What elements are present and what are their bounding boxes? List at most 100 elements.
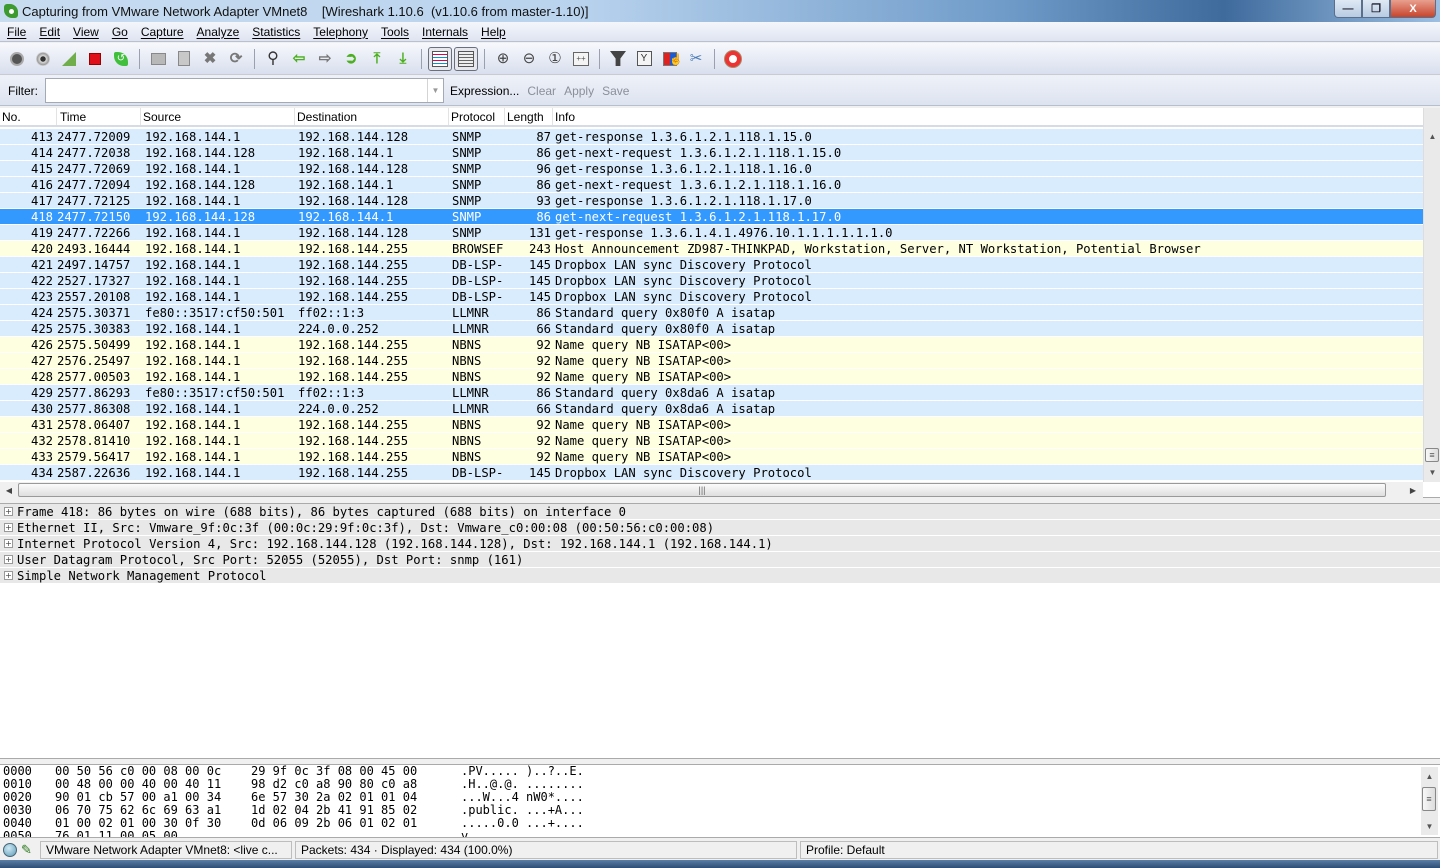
packet-row[interactable]: 423 2557.20108 192.168.144.1 192.168.144.25…: [0, 289, 1423, 305]
capture-filters-button[interactable]: [605, 46, 631, 72]
column-header-destination[interactable]: Destination: [295, 108, 449, 125]
resize-columns-button[interactable]: ++: [568, 46, 594, 72]
filter-dropdown-icon[interactable]: ▼: [427, 79, 443, 102]
column-header-length[interactable]: Length: [505, 108, 553, 125]
expert-info-icon[interactable]: [3, 843, 17, 857]
save-filter-button[interactable]: Save: [602, 84, 629, 98]
column-header-source[interactable]: Source: [141, 108, 295, 125]
packet-list-horizontal-scrollbar[interactable]: ◀ ||| ▶: [0, 482, 1423, 498]
menu-statistics[interactable]: Statistics: [245, 25, 306, 39]
reload-button[interactable]: ⟳: [223, 46, 249, 72]
interfaces-button[interactable]: [4, 46, 30, 72]
restart-capture-button[interactable]: ↺: [108, 46, 134, 72]
packet-row[interactable]: 425 2575.30383 192.168.144.1 224.0.0.252 LLM…: [0, 321, 1423, 337]
bytes-vertical-scrollbar[interactable]: ▲ ≡ ▼: [1421, 767, 1438, 835]
expand-icon[interactable]: +: [4, 539, 13, 548]
column-header-no[interactable]: No.: [0, 108, 57, 125]
scroll-up-icon[interactable]: ▲: [1424, 128, 1440, 144]
hex-row[interactable]: 0040 01 00 02 01 00 30 0f 30 0d 06 09 2b 0…: [0, 817, 1440, 830]
packet-row[interactable]: 416 2477.72094 192.168.144.128 192.168.144.…: [0, 177, 1423, 193]
menu-view[interactable]: View: [66, 25, 105, 39]
menu-go[interactable]: Go: [105, 25, 134, 39]
help-button[interactable]: [720, 46, 746, 72]
auto-scroll-toggle[interactable]: [454, 46, 478, 71]
menu-tools[interactable]: Tools: [374, 25, 415, 39]
packet-row[interactable]: 430 2577.86308 192.168.144.1 224.0.0.252 LLM…: [0, 401, 1423, 417]
menu-analyze[interactable]: Analyze: [190, 25, 246, 39]
scroll-right-icon[interactable]: ▶: [1405, 482, 1421, 498]
packet-row[interactable]: 419 2477.72266 192.168.144.1 192.168.144.12…: [0, 225, 1423, 241]
hex-row[interactable]: 0050 76 01 11 00 05 00 v.....: [0, 830, 1440, 838]
display-filters-button[interactable]: Y: [631, 46, 657, 72]
menu-internals[interactable]: Internals: [415, 25, 474, 39]
packet-row[interactable]: 424 2575.30371 fe80::3517:cf50:501 ff02::1:…: [0, 305, 1423, 321]
capture-options-button[interactable]: [30, 46, 56, 72]
column-header-info[interactable]: Info: [553, 108, 1423, 125]
status-profile[interactable]: Profile: Default: [800, 841, 1438, 859]
go-to-packet-button[interactable]: ➲: [338, 46, 364, 72]
packet-row[interactable]: 414 2477.72038 192.168.144.128 192.168.144.…: [0, 145, 1423, 161]
colorize-toggle[interactable]: [428, 46, 452, 71]
menu-edit[interactable]: Edit: [32, 25, 66, 39]
detail-row-udp[interactable]: + User Datagram Protocol, Src Port: 52055…: [0, 552, 1440, 568]
packet-row[interactable]: 434 2587.22636 192.168.144.1 192.168.144.25…: [0, 465, 1423, 481]
packet-row[interactable]: 427 2576.25497 192.168.144.1 192.168.144.25…: [0, 353, 1423, 369]
packet-row[interactable]: 415 2477.72069 192.168.144.1 192.168.144.12…: [0, 161, 1423, 177]
packet-row[interactable]: 433 2579.56417 192.168.144.1 192.168.144.25…: [0, 449, 1423, 465]
expand-icon[interactable]: +: [4, 523, 13, 532]
packet-list-vertical-scrollbar[interactable]: ▲ ≡ ▼: [1423, 108, 1440, 482]
menu-telephony[interactable]: Telephony: [306, 25, 374, 39]
detail-row-snmp[interactable]: + Simple Network Management Protocol: [0, 568, 1440, 584]
zoom-out-button[interactable]: ⊖: [516, 46, 542, 72]
coloring-rules-button[interactable]: [657, 46, 683, 72]
packet-row[interactable]: 428 2577.00503 192.168.144.1 192.168.144.25…: [0, 369, 1423, 385]
apply-button[interactable]: Apply: [564, 84, 594, 98]
packet-row[interactable]: 422 2527.17327 192.168.144.1 192.168.144.25…: [0, 273, 1423, 289]
scroll-down-icon[interactable]: ▼: [1421, 819, 1438, 833]
expand-icon[interactable]: +: [4, 571, 13, 580]
menu-capture[interactable]: Capture: [134, 25, 190, 39]
minimize-button[interactable]: —: [1334, 0, 1362, 18]
go-back-button[interactable]: ⇦: [286, 46, 312, 72]
detail-row-ethernet[interactable]: + Ethernet II, Src: Vmware_9f:0c:3f (00:0…: [0, 520, 1440, 536]
display-filter-input[interactable]: [46, 79, 427, 102]
packet-row[interactable]: 429 2577.86293 fe80::3517:cf50:501 ff02::1:…: [0, 385, 1423, 401]
packet-row[interactable]: 426 2575.50499 192.168.144.1 192.168.144.25…: [0, 337, 1423, 353]
capture-comment-icon[interactable]: ✎: [21, 842, 37, 858]
scroll-thumb[interactable]: ≡: [1425, 448, 1439, 462]
first-packet-button[interactable]: ⤒: [364, 46, 390, 72]
menu-file[interactable]: File: [0, 25, 32, 39]
packet-row[interactable]: 421 2497.14757 192.168.144.1 192.168.144.25…: [0, 257, 1423, 273]
stop-capture-button[interactable]: [82, 46, 108, 72]
expand-icon[interactable]: +: [4, 555, 13, 564]
horizontal-scroll-thumb[interactable]: |||: [18, 483, 1386, 497]
column-header-time[interactable]: Time: [57, 108, 141, 125]
packet-row[interactable]: 413 2477.72009 192.168.144.1 192.168.144.12…: [0, 129, 1423, 145]
start-capture-button[interactable]: [56, 46, 82, 72]
packet-row[interactable]: 418 2477.72150 192.168.144.128 192.168.144.…: [0, 209, 1423, 225]
restore-button[interactable]: ❐: [1362, 0, 1390, 18]
scroll-up-icon[interactable]: ▲: [1421, 769, 1438, 783]
packet-row[interactable]: 420 2493.16444 192.168.144.1 192.168.144.25…: [0, 241, 1423, 257]
packet-row[interactable]: 432 2578.81410 192.168.144.1 192.168.144.25…: [0, 433, 1423, 449]
menu-help[interactable]: Help: [474, 25, 512, 39]
zoom-in-button[interactable]: ⊕: [490, 46, 516, 72]
column-header-protocol[interactable]: Protocol: [449, 108, 505, 125]
scroll-left-icon[interactable]: ◀: [1, 482, 17, 498]
save-file-button[interactable]: [171, 46, 197, 72]
scroll-down-icon[interactable]: ▼: [1424, 464, 1440, 480]
detail-row-ipv4[interactable]: + Internet Protocol Version 4, Src: 192.1…: [0, 536, 1440, 552]
scroll-thumb[interactable]: ≡: [1422, 787, 1436, 811]
expand-icon[interactable]: +: [4, 507, 13, 516]
clear-button[interactable]: Clear: [527, 84, 556, 98]
expression-button[interactable]: Expression...: [450, 84, 519, 98]
close-file-button[interactable]: ✖: [197, 46, 223, 72]
packet-row[interactable]: 431 2578.06407 192.168.144.1 192.168.144.25…: [0, 417, 1423, 433]
detail-row-frame[interactable]: + Frame 418: 86 bytes on wire (688 bits),…: [0, 504, 1440, 520]
go-forward-button[interactable]: ⇨: [312, 46, 338, 72]
find-packet-button[interactable]: ⚲: [260, 46, 286, 72]
packet-row[interactable]: 417 2477.72125 192.168.144.1 192.168.144.12…: [0, 193, 1423, 209]
preferences-button[interactable]: ✂: [683, 46, 709, 72]
last-packet-button[interactable]: ⤓: [390, 46, 416, 72]
open-file-button[interactable]: [145, 46, 171, 72]
